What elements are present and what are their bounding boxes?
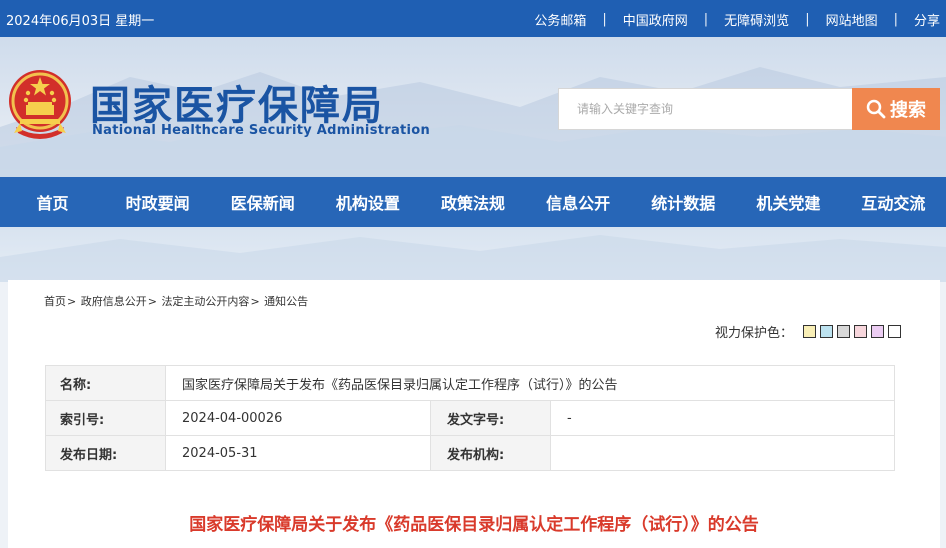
color-swatch-purple[interactable] <box>871 325 884 338</box>
nav-item-home[interactable]: 首页 <box>0 177 105 227</box>
main-nav: 首页 时政要闻 医保新闻 机构设置 政策法规 信息公开 统计数据 机关党建 互动… <box>0 177 946 227</box>
nav-item-disclosure[interactable]: 信息公开 <box>526 177 631 227</box>
table-row: 名称: 国家医疗保障局关于发布《药品医保目录归属认定工作程序（试行）》的公告 <box>45 365 895 401</box>
breadcrumb-separator: > <box>67 295 77 308</box>
breadcrumb-home[interactable]: 首页 <box>44 295 66 308</box>
eye-protection-label: 视力保护色： <box>714 326 793 341</box>
search-button-label: 搜索 <box>890 100 926 121</box>
nav-item-politics[interactable]: 时政要闻 <box>105 177 210 227</box>
nav-item-statistics[interactable]: 统计数据 <box>631 177 736 227</box>
breadcrumb: 首页> 政府信息公开> 法定主动公开内容> 通知公告 <box>44 293 308 309</box>
color-swatch-blue[interactable] <box>820 325 833 338</box>
color-swatch-yellow[interactable] <box>803 325 816 338</box>
document-title: 国家医疗保障局关于发布《药品医保目录归属认定工作程序（试行）》的公告 <box>189 515 759 535</box>
color-swatch-pink[interactable] <box>854 325 867 338</box>
separator: | <box>602 12 607 27</box>
top-links: 公务邮箱 | 中国政府网 | 无障碍浏览 | 网站地图 | 分享 <box>534 10 940 29</box>
site-header: 国家医疗保障局 National Healthcare Security Adm… <box>0 37 946 177</box>
meta-docno-value: - <box>550 400 895 436</box>
link-accessibility[interactable]: 无障碍浏览 <box>724 10 789 29</box>
nav-item-organization[interactable]: 机构设置 <box>315 177 420 227</box>
current-date: 2024年06月03日 星期一 <box>6 14 155 29</box>
nav-item-interaction[interactable]: 互动交流 <box>841 177 946 227</box>
content-panel: 首页> 政府信息公开> 法定主动公开内容> 通知公告 视力保护色： 名称: 国家… <box>8 280 940 548</box>
eye-protection-colors: 视力保护色： <box>715 322 901 341</box>
link-gov-cn[interactable]: 中国政府网 <box>623 10 688 29</box>
breadcrumb-separator: > <box>147 295 157 308</box>
meta-index-value: 2024-04-00026 <box>165 400 431 436</box>
search-button[interactable]: 搜索 <box>852 88 940 130</box>
meta-date-label: 发布日期: <box>45 435 166 471</box>
nav-item-party[interactable]: 机关党建 <box>736 177 841 227</box>
meta-docno-label: 发文字号: <box>430 400 551 436</box>
meta-name-label: 名称: <box>45 365 166 401</box>
meta-date-value: 2024-05-31 <box>165 435 431 471</box>
table-row: 发布日期: 2024-05-31 发布机构: <box>45 435 895 471</box>
document-meta-table: 名称: 国家医疗保障局关于发布《药品医保目录归属认定工作程序（试行）》的公告 索… <box>45 365 895 471</box>
search-input[interactable] <box>558 88 853 130</box>
color-swatch-white[interactable] <box>888 325 901 338</box>
table-row: 索引号: 2024-04-00026 发文字号: - <box>45 400 895 436</box>
breadcrumb-notices[interactable]: 通知公告 <box>264 295 308 308</box>
breadcrumb-separator: > <box>250 295 260 308</box>
breadcrumb-gov-info[interactable]: 政府信息公开 <box>81 295 147 308</box>
national-emblem-icon <box>9 70 71 139</box>
breadcrumb-statutory[interactable]: 法定主动公开内容 <box>161 295 249 308</box>
separator: | <box>805 12 810 27</box>
separator: | <box>703 12 709 27</box>
link-sitemap[interactable]: 网站地图 <box>826 10 878 29</box>
search-icon <box>866 99 886 119</box>
meta-org-value <box>550 435 895 471</box>
meta-name-value: 国家医疗保障局关于发布《药品医保目录归属认定工作程序（试行）》的公告 <box>165 365 895 401</box>
top-bar: 2024年06月03日 星期一 公务邮箱 | 中国政府网 | 无障碍浏览 | 网… <box>0 0 946 37</box>
decorative-band <box>0 227 946 282</box>
meta-org-label: 发布机构: <box>430 435 551 471</box>
meta-index-label: 索引号: <box>45 400 166 436</box>
link-share[interactable]: 分享 <box>914 10 940 29</box>
nav-item-policies[interactable]: 政策法规 <box>420 177 525 227</box>
site-title-en: National Healthcare Security Administrat… <box>92 123 431 138</box>
separator: | <box>893 12 898 27</box>
nav-item-news[interactable]: 医保新闻 <box>210 177 315 227</box>
mountain-background <box>0 235 946 282</box>
color-swatch-gray[interactable] <box>837 325 850 338</box>
link-official-email[interactable]: 公务邮箱 <box>534 10 586 29</box>
